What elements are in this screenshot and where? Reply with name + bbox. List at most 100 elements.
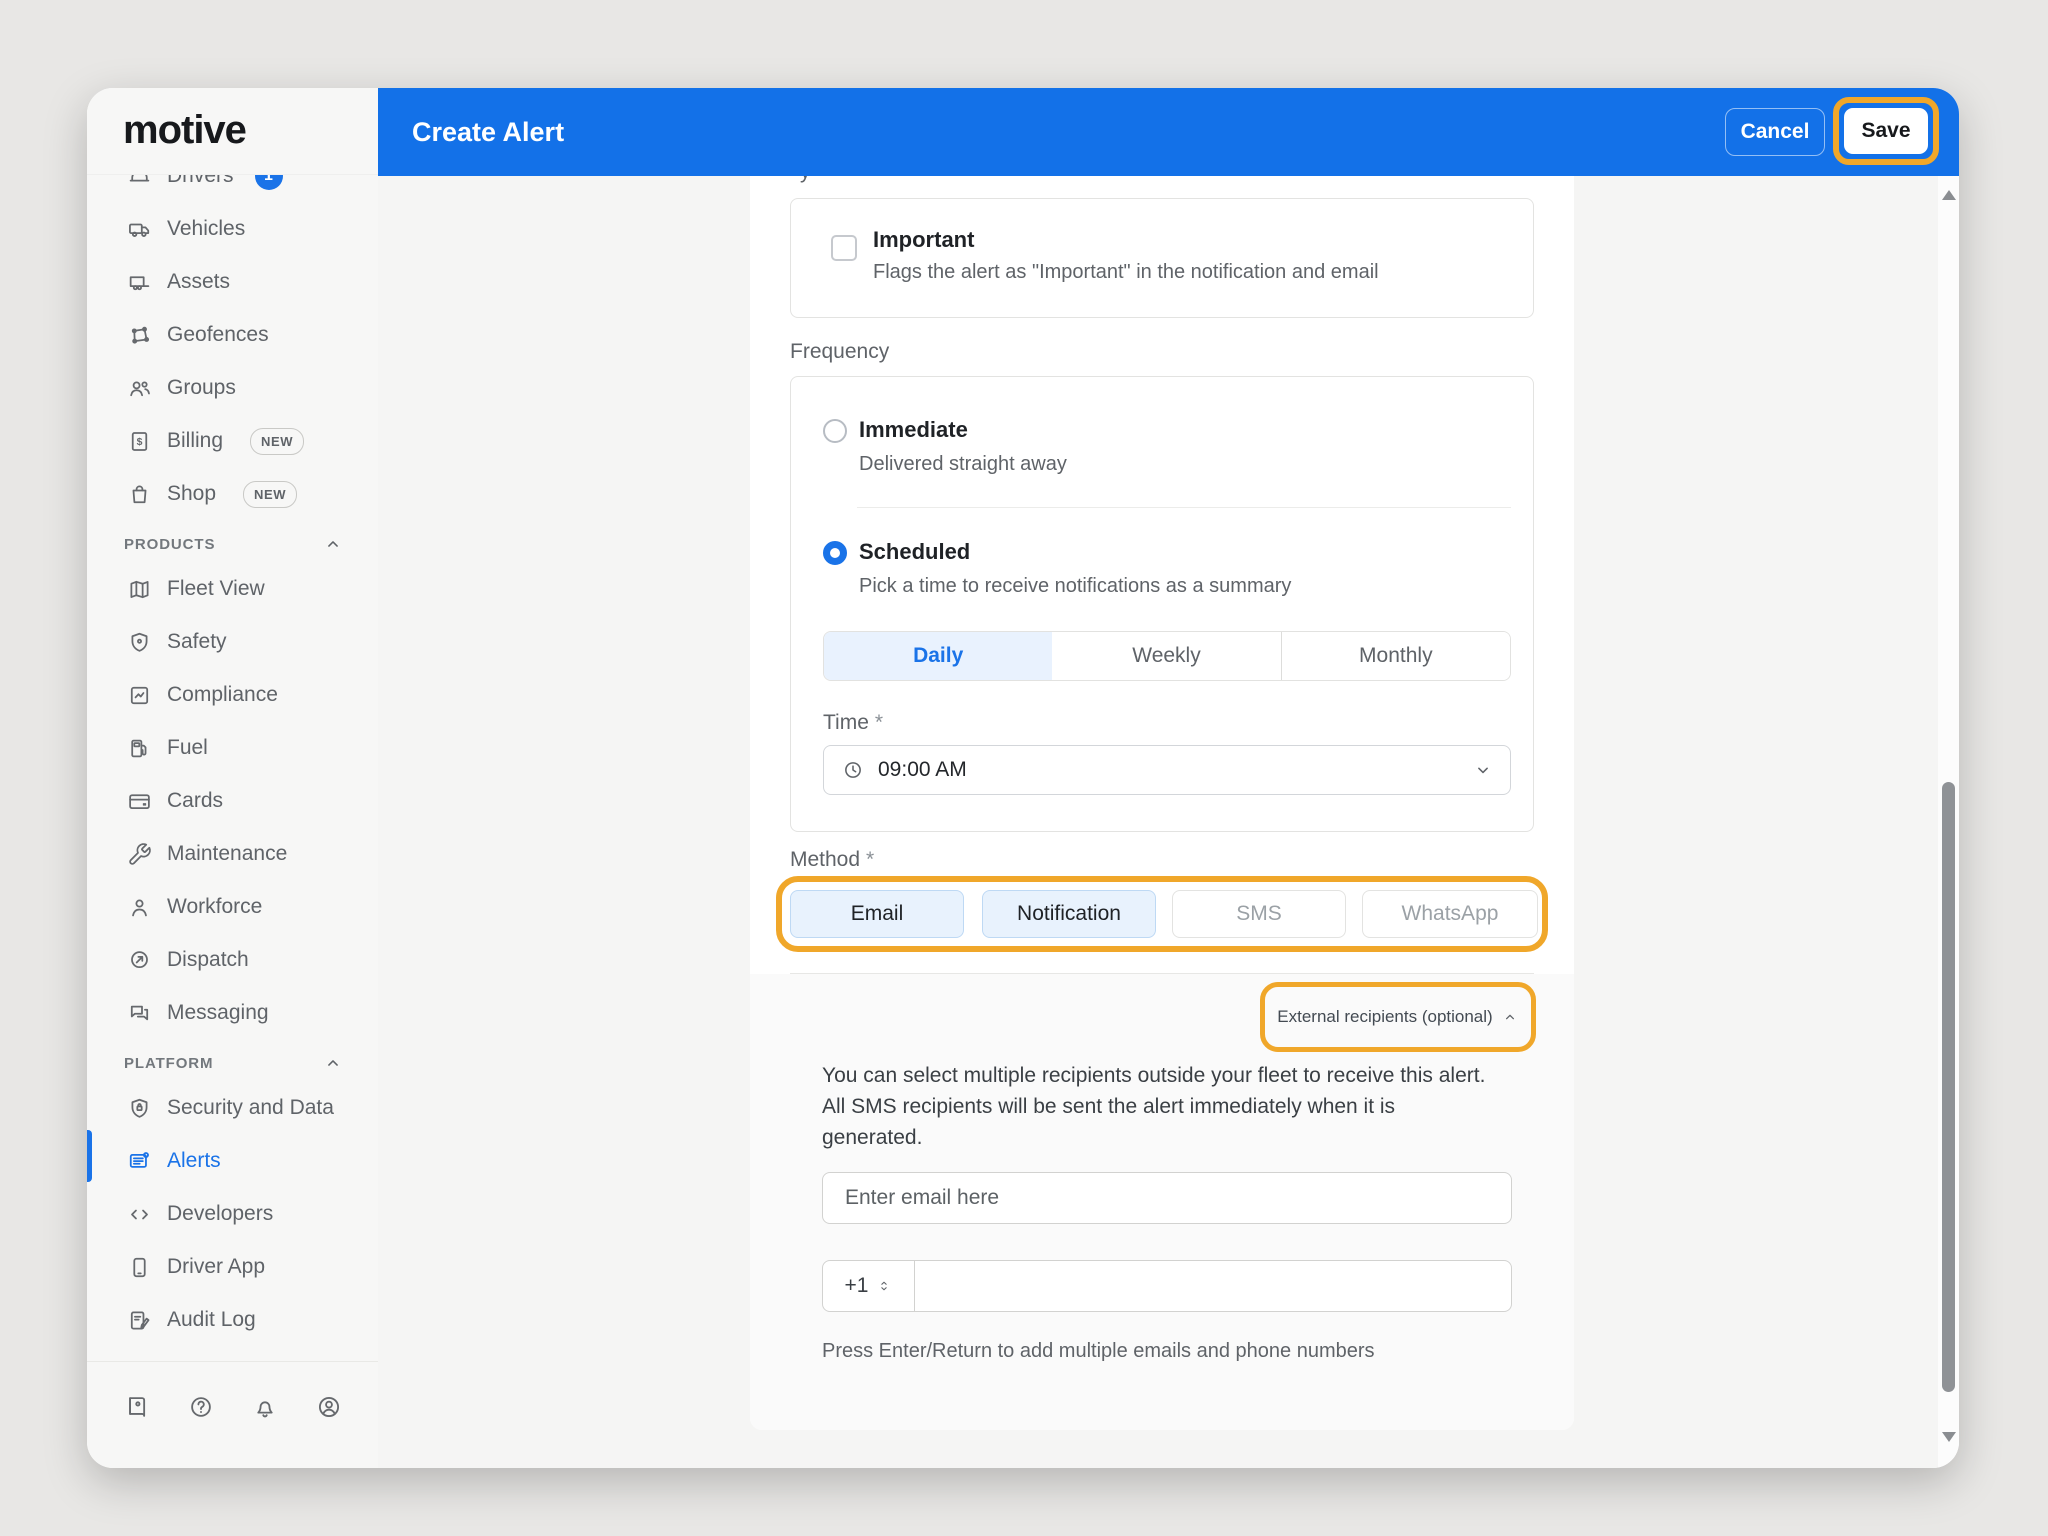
- save-button[interactable]: Save: [1844, 108, 1928, 154]
- scrollbar-track[interactable]: [1938, 176, 1959, 1468]
- safety-icon: [127, 630, 152, 655]
- resources-map-icon[interactable]: [124, 1394, 150, 1420]
- fleet-view-icon: [127, 577, 152, 602]
- compliance-icon: [127, 683, 152, 708]
- save-highlight-ring: Save: [1833, 97, 1939, 165]
- form-panel: y Important Flags the alert as "Importan…: [750, 176, 1574, 1430]
- chevron-up-icon: [1501, 1008, 1519, 1026]
- main-content: y Important Flags the alert as "Importan…: [378, 176, 1959, 1468]
- sidebar-item-fuel[interactable]: Fuel: [87, 722, 378, 774]
- shop-new-pill: NEW: [243, 481, 297, 508]
- immediate-label: Immediate: [859, 417, 968, 443]
- shop-icon: [127, 482, 152, 507]
- tab-daily[interactable]: Daily: [824, 632, 1052, 680]
- account-icon[interactable]: [316, 1394, 342, 1420]
- vehicles-icon: [127, 217, 152, 242]
- svg-text:$: $: [137, 437, 143, 448]
- clipped-text-fragment: y: [800, 176, 811, 185]
- sidebar-item-billing[interactable]: $ Billing NEW: [87, 415, 378, 467]
- dispatch-icon: [127, 948, 152, 973]
- geofences-icon: [127, 323, 152, 348]
- sidebar-item-safety[interactable]: Safety: [87, 616, 378, 668]
- external-recipients-toggle[interactable]: External recipients (optional): [1260, 982, 1536, 1052]
- billing-icon: $: [127, 429, 152, 454]
- method-whatsapp-button[interactable]: WhatsApp: [1362, 890, 1538, 938]
- external-recipients-helper: Press Enter/Return to add multiple email…: [822, 1340, 1375, 1363]
- time-value: 09:00 AM: [878, 758, 967, 782]
- tab-monthly[interactable]: Monthly: [1281, 632, 1510, 680]
- sidebar-item-vehicles[interactable]: Vehicles: [87, 203, 378, 255]
- time-label: Time*: [823, 711, 883, 735]
- sidebar-item-groups[interactable]: Groups: [87, 362, 378, 414]
- scroll-down-arrow[interactable]: [1942, 1432, 1956, 1442]
- phone-prefix-stepper[interactable]: +1: [823, 1261, 915, 1311]
- frequency-card: Immediate Delivered straight away Schedu…: [790, 376, 1534, 832]
- time-select[interactable]: 09:00 AM: [823, 745, 1511, 795]
- sidebar-item-maintenance[interactable]: Maintenance: [87, 828, 378, 880]
- sidebar-item-alerts[interactable]: Alerts: [87, 1135, 378, 1187]
- sidebar-item-shop[interactable]: Shop NEW: [87, 468, 378, 520]
- page-title: Create Alert: [412, 88, 564, 176]
- page-header: Create Alert Cancel Save: [378, 88, 1959, 176]
- tab-weekly[interactable]: Weekly: [1052, 632, 1280, 680]
- sidebar-item-driver-app[interactable]: Driver App: [87, 1241, 378, 1293]
- sidebar-item-workforce[interactable]: Workforce: [87, 881, 378, 933]
- groups-icon: [127, 376, 152, 401]
- motive-logo[interactable]: motive: [123, 108, 246, 153]
- sidebar-item-fleet-view[interactable]: Fleet View: [87, 563, 378, 615]
- method-notification-button[interactable]: Notification: [982, 890, 1156, 938]
- external-recipients-description: You can select multiple recipients outsi…: [822, 1060, 1492, 1153]
- app-window: Drivers 1 Vehicles Assets Geofences Grou…: [87, 88, 1959, 1468]
- immediate-description: Delivered straight away: [859, 453, 1067, 476]
- method-label: Method*: [790, 848, 874, 872]
- sidebar-item-dispatch[interactable]: Dispatch: [87, 934, 378, 986]
- external-phone-input[interactable]: [915, 1263, 1495, 1309]
- sidebar-footer-divider: [87, 1361, 378, 1362]
- logo-block: motive: [87, 88, 378, 175]
- audit-log-icon: [127, 1308, 152, 1333]
- important-checkbox[interactable]: [831, 235, 857, 261]
- driver-app-icon: [127, 1255, 152, 1280]
- immediate-radio[interactable]: [823, 419, 847, 443]
- frequency-divider: [857, 507, 1511, 508]
- chevron-up-icon: [322, 533, 344, 555]
- developers-icon: [127, 1202, 152, 1227]
- stepper-updown-icon: [876, 1275, 892, 1297]
- scheduled-label: Scheduled: [859, 539, 970, 565]
- method-email-button[interactable]: Email: [790, 890, 964, 938]
- external-email-input[interactable]: [822, 1172, 1512, 1224]
- alerts-icon: [127, 1149, 152, 1174]
- sidebar-item-messaging[interactable]: Messaging: [87, 987, 378, 1039]
- sidebar: Drivers 1 Vehicles Assets Geofences Grou…: [87, 88, 379, 1468]
- security-shield-icon: [127, 1096, 152, 1121]
- method-section-divider: [790, 973, 1534, 974]
- cancel-button[interactable]: Cancel: [1725, 108, 1825, 156]
- sidebar-item-cards[interactable]: Cards: [87, 775, 378, 827]
- help-icon[interactable]: [188, 1394, 214, 1420]
- sidebar-item-security-and-data[interactable]: Security and Data: [87, 1082, 378, 1134]
- scroll-up-arrow[interactable]: [1942, 190, 1956, 200]
- billing-new-pill: NEW: [250, 428, 304, 455]
- important-label: Important: [873, 227, 974, 253]
- scheduled-description: Pick a time to receive notifications as …: [859, 575, 1291, 598]
- clock-icon: [842, 759, 864, 781]
- workforce-icon: [127, 895, 152, 920]
- cards-icon: [127, 789, 152, 814]
- messaging-icon: [127, 1001, 152, 1026]
- scrollbar-thumb[interactable]: [1942, 782, 1955, 1392]
- sidebar-item-assets[interactable]: Assets: [87, 256, 378, 308]
- sidebar-item-developers[interactable]: Developers: [87, 1188, 378, 1240]
- chevron-down-icon: [1472, 759, 1494, 781]
- maintenance-icon: [127, 842, 152, 867]
- frequency-label: Frequency: [790, 340, 889, 364]
- chevron-up-icon: [322, 1052, 344, 1074]
- fuel-icon: [127, 736, 152, 761]
- scheduled-radio[interactable]: [823, 541, 847, 565]
- sidebar-item-geofences[interactable]: Geofences: [87, 309, 378, 361]
- sidebar-item-compliance[interactable]: Compliance: [87, 669, 378, 721]
- method-sms-button[interactable]: SMS: [1172, 890, 1346, 938]
- screen: Drivers 1 Vehicles Assets Geofences Grou…: [0, 0, 2048, 1536]
- external-phone-row: +1: [822, 1260, 1512, 1312]
- notifications-bell-icon[interactable]: [252, 1394, 278, 1420]
- sidebar-item-audit-log[interactable]: Audit Log: [87, 1294, 378, 1346]
